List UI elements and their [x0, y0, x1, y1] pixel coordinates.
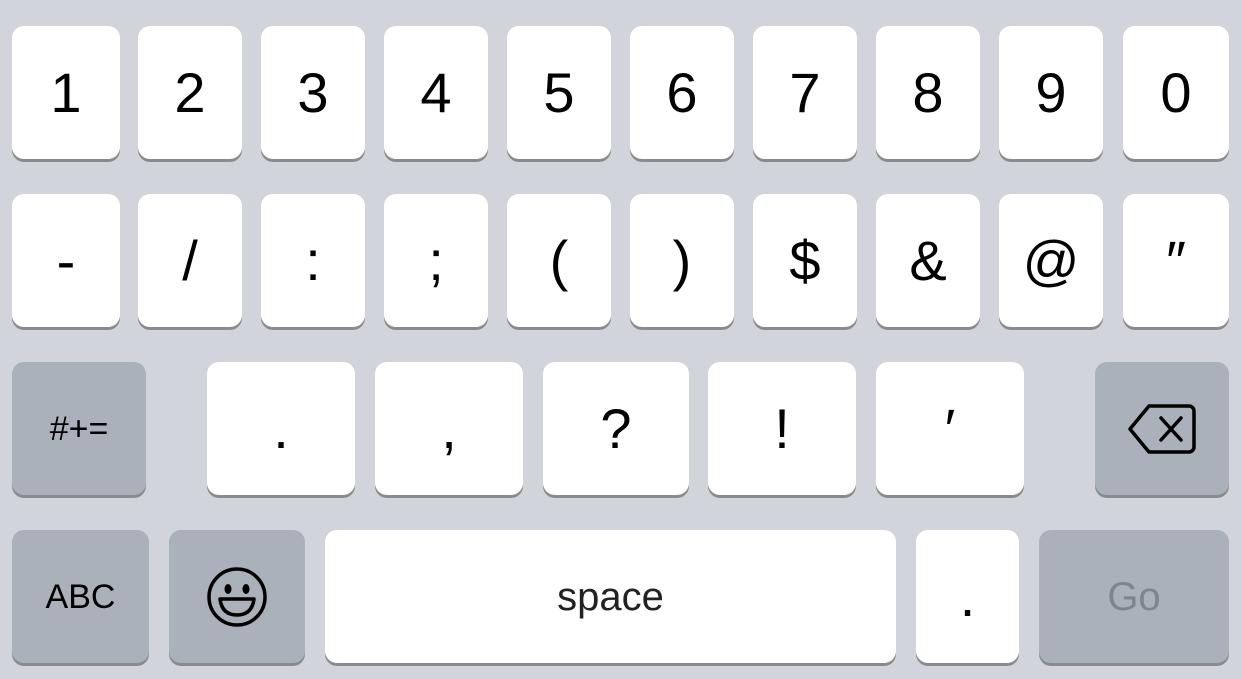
key-label: 7	[789, 60, 821, 124]
abc-key[interactable]: ABC	[12, 530, 149, 663]
key-6[interactable]: 6	[630, 26, 734, 159]
key-label: @	[1022, 228, 1080, 292]
delete-key[interactable]	[1095, 362, 1229, 495]
key-label: /	[182, 228, 198, 292]
key-label: 2	[174, 60, 206, 124]
key-slash[interactable]: /	[138, 194, 242, 327]
space-key[interactable]: space	[325, 530, 896, 663]
key-9[interactable]: 9	[999, 26, 1103, 159]
key-label: space	[557, 574, 664, 619]
key-comma[interactable]: ,	[375, 362, 523, 495]
key-2[interactable]: 2	[138, 26, 242, 159]
key-3[interactable]: 3	[261, 26, 365, 159]
key-label: $	[789, 228, 821, 292]
key-1[interactable]: 1	[12, 26, 120, 159]
key-label: :	[305, 228, 321, 292]
key-label: 9	[1035, 60, 1067, 124]
key-label: ′	[944, 396, 956, 460]
more-symbols-key[interactable]: #+=	[12, 362, 146, 495]
key-at[interactable]: @	[999, 194, 1103, 327]
key-8[interactable]: 8	[876, 26, 980, 159]
key-period[interactable]: .	[207, 362, 355, 495]
key-right-paren[interactable]: )	[630, 194, 734, 327]
period-key[interactable]: .	[916, 530, 1019, 663]
key-label: ″	[1166, 228, 1186, 292]
key-double-quote[interactable]: ″	[1123, 194, 1229, 327]
emoji-icon	[205, 565, 269, 629]
key-label: &	[909, 228, 947, 292]
key-label: ,	[441, 396, 457, 460]
key-label: )	[672, 228, 692, 292]
key-label: 0	[1160, 60, 1192, 124]
key-question[interactable]: ?	[543, 362, 689, 495]
key-label: .	[959, 564, 976, 628]
key-7[interactable]: 7	[753, 26, 857, 159]
key-hyphen[interactable]: -	[12, 194, 120, 327]
key-label: (	[549, 228, 569, 292]
key-label: #+=	[49, 409, 109, 448]
key-label: 3	[297, 60, 329, 124]
key-4[interactable]: 4	[384, 26, 488, 159]
key-left-paren[interactable]: (	[507, 194, 611, 327]
go-key[interactable]: Go	[1039, 530, 1229, 663]
backspace-icon	[1127, 403, 1197, 455]
key-colon[interactable]: :	[261, 194, 365, 327]
emoji-key[interactable]	[169, 530, 305, 663]
key-label: 4	[420, 60, 452, 124]
key-label: -	[56, 228, 76, 292]
key-label: 5	[543, 60, 575, 124]
key-apostrophe[interactable]: ′	[876, 362, 1024, 495]
key-ampersand[interactable]: &	[876, 194, 980, 327]
keyboard: 1 2 3 4 5 6 7 8 9 0 - / : ; ( ) $ & @ ″ …	[0, 0, 1242, 679]
key-dollar[interactable]: $	[753, 194, 857, 327]
key-label: 6	[666, 60, 698, 124]
key-label: .	[273, 396, 289, 460]
key-label: ?	[600, 396, 632, 460]
key-label: ;	[428, 228, 444, 292]
key-label: ABC	[45, 577, 116, 616]
key-label: Go	[1107, 574, 1161, 619]
key-label: 1	[50, 60, 82, 124]
key-0[interactable]: 0	[1123, 26, 1229, 159]
key-label: !	[774, 396, 790, 460]
key-exclamation[interactable]: !	[708, 362, 856, 495]
key-label: 8	[912, 60, 944, 124]
key-semicolon[interactable]: ;	[384, 194, 488, 327]
key-5[interactable]: 5	[507, 26, 611, 159]
